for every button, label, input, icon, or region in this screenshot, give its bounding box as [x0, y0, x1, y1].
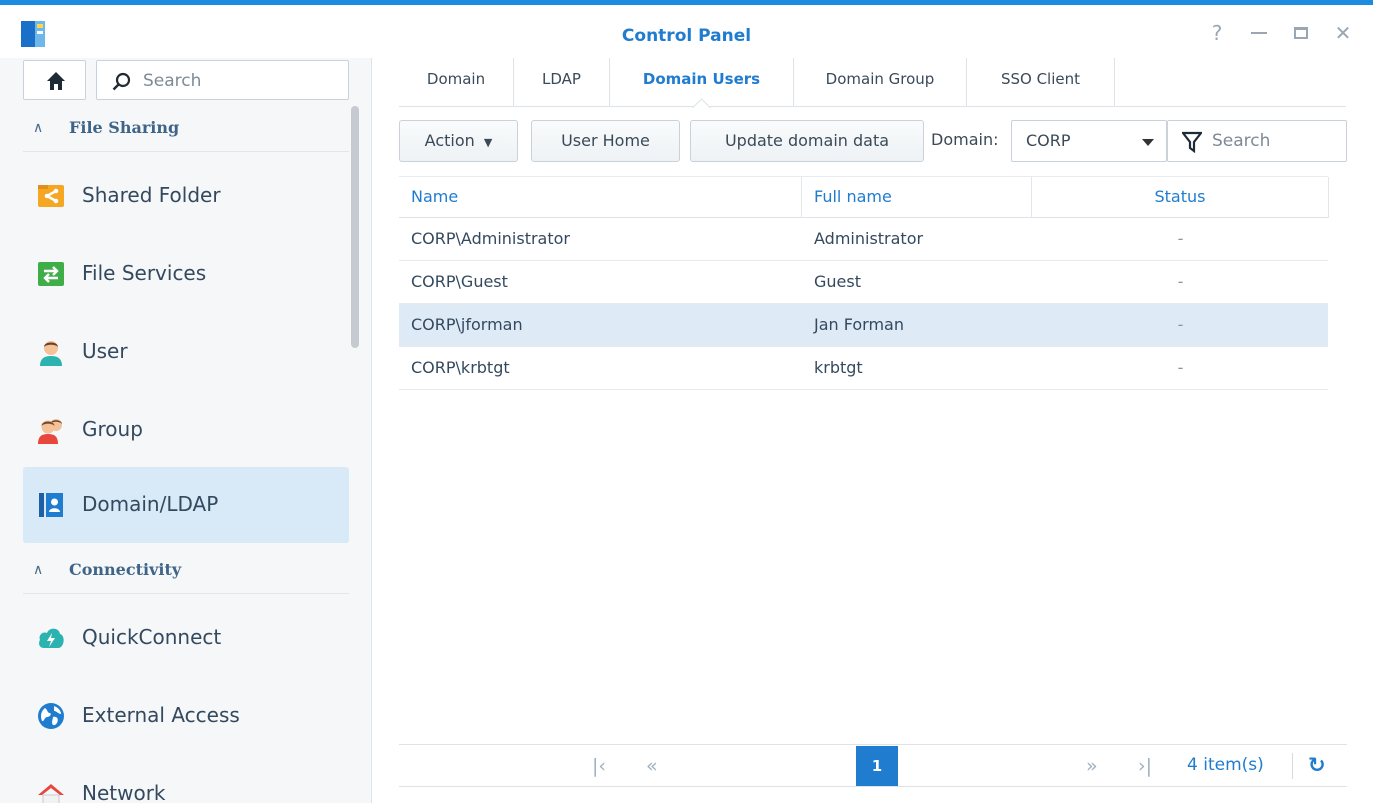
help-icon[interactable]: ? — [1207, 23, 1227, 43]
table-row[interactable]: CORP\jforman Jan Forman - — [399, 304, 1328, 347]
cell-full-name: Administrator — [814, 229, 924, 248]
table-header: Name Full name Status — [399, 176, 1329, 218]
caret-down-icon: ▼ — [483, 136, 493, 149]
sidebar-search-input[interactable]: Search — [96, 60, 349, 100]
sidebar-item-file-services[interactable]: File Services — [23, 236, 349, 312]
previous-page-icon[interactable]: « — [646, 755, 658, 777]
tab-sso-client[interactable]: SSO Client — [967, 58, 1115, 106]
cell-status: - — [1177, 315, 1184, 334]
next-page-icon[interactable]: » — [1086, 755, 1098, 777]
cell-full-name: Guest — [814, 272, 861, 291]
close-icon[interactable]: ✕ — [1333, 23, 1353, 43]
sidebar-item-quickconnect[interactable]: QuickConnect — [23, 600, 349, 676]
section-file-sharing[interactable]: ∧ File Sharing — [23, 106, 349, 152]
title-bar: Control Panel ? ✕ — [0, 0, 1373, 58]
sidebar-item-label: Domain/LDAP — [82, 492, 219, 516]
sidebar-item-label: External Access — [82, 703, 240, 727]
dropdown-caret-icon — [1142, 139, 1154, 146]
filter-placeholder: Search — [1212, 131, 1271, 151]
minimize-icon[interactable] — [1249, 23, 1269, 43]
table-row[interactable]: CORP\Administrator Administrator - — [399, 218, 1328, 261]
users-table: Name Full name Status CORP\Administrator… — [399, 176, 1329, 390]
cell-name: CORP\krbtgt — [411, 358, 510, 377]
group-icon — [38, 419, 62, 444]
main-content: Domain LDAP Domain Users Domain Group SS… — [373, 58, 1373, 803]
table-row[interactable]: CORP\krbtgt krbtgt - — [399, 347, 1328, 390]
sidebar-item-network[interactable]: Network — [23, 756, 349, 803]
search-placeholder: Search — [143, 71, 202, 91]
sidebar-item-label: QuickConnect — [82, 625, 222, 649]
quickconnect-icon — [39, 628, 64, 648]
file-services-icon — [38, 262, 64, 286]
cell-name: CORP\jforman — [411, 315, 523, 334]
refresh-icon[interactable]: ↻ — [1308, 753, 1326, 777]
last-page-icon[interactable]: ›| — [1138, 755, 1152, 777]
user-icon — [40, 341, 62, 366]
domain-label: Domain: — [931, 130, 999, 149]
domain-value: CORP — [1026, 131, 1071, 150]
filter-icon — [1182, 131, 1202, 153]
sidebar-item-label: Network — [82, 781, 166, 803]
sidebar-item-shared-folder[interactable]: Shared Folder — [23, 158, 349, 234]
tab-domain-group[interactable]: Domain Group — [794, 58, 967, 106]
filter-search-input[interactable]: Search — [1167, 120, 1347, 162]
action-button[interactable]: Action ▼ — [399, 120, 518, 162]
chevron-up-icon: ∧ — [33, 562, 44, 578]
update-domain-data-button[interactable]: Update domain data — [690, 120, 924, 162]
domain-select[interactable]: CORP — [1011, 120, 1167, 162]
sidebar-item-label: Shared Folder — [82, 183, 221, 207]
domain-ldap-icon — [39, 493, 63, 517]
sidebar-item-external-access[interactable]: External Access — [23, 678, 349, 754]
sidebar-item-label: File Services — [82, 261, 207, 285]
item-count: 4 item(s) — [1187, 755, 1264, 775]
maximize-icon[interactable] — [1291, 23, 1311, 43]
column-header-status[interactable]: Status — [1032, 177, 1329, 218]
sidebar-scrollbar[interactable] — [351, 106, 359, 348]
pagination-bar: |‹ « 1 » ›| 4 item(s) ↻ — [399, 744, 1347, 787]
toolbar: Action ▼ User Home Update domain data Do… — [399, 120, 1347, 162]
cell-status: - — [1177, 358, 1184, 377]
table-row[interactable]: CORP\Guest Guest - — [399, 261, 1328, 304]
section-label: Connectivity — [69, 560, 182, 579]
tab-ldap[interactable]: LDAP — [514, 58, 610, 106]
sidebar-item-user[interactable]: User — [23, 314, 349, 390]
shared-folder-icon — [38, 185, 64, 207]
pager-divider — [1292, 753, 1293, 779]
cell-full-name: krbtgt — [814, 358, 863, 377]
sidebar: Search ∧ File Sharing Shared Folder File… — [0, 58, 372, 803]
column-header-name[interactable]: Name — [399, 177, 802, 218]
cell-full-name: Jan Forman — [814, 315, 904, 334]
action-label: Action — [424, 131, 475, 150]
home-icon — [47, 72, 65, 90]
window-title: Control Panel — [621, 26, 752, 46]
chevron-up-icon: ∧ — [33, 120, 44, 136]
cell-name: CORP\Guest — [411, 272, 508, 291]
sidebar-item-label: User — [82, 339, 128, 363]
tab-domain-users[interactable]: Domain Users — [610, 58, 794, 106]
user-home-button[interactable]: User Home — [531, 120, 680, 162]
sidebar-item-domain-ldap[interactable]: Domain/LDAP — [23, 467, 349, 543]
sidebar-item-group[interactable]: Group — [23, 392, 349, 468]
search-icon — [112, 72, 131, 91]
section-label: File Sharing — [69, 118, 180, 137]
external-access-icon — [38, 703, 64, 729]
cell-name: CORP\Administrator — [411, 229, 570, 248]
cell-status: - — [1177, 229, 1184, 248]
column-header-full-name[interactable]: Full name — [802, 177, 1032, 218]
first-page-icon[interactable]: |‹ — [592, 755, 606, 777]
network-icon — [38, 784, 64, 803]
sidebar-item-label: Group — [82, 417, 143, 441]
tab-bar: Domain LDAP Domain Users Domain Group SS… — [399, 58, 1346, 107]
tab-domain[interactable]: Domain — [399, 58, 514, 106]
current-page-button[interactable]: 1 — [856, 746, 898, 786]
section-connectivity[interactable]: ∧ Connectivity — [23, 548, 349, 594]
cell-status: - — [1177, 272, 1184, 291]
home-button[interactable] — [23, 60, 86, 100]
